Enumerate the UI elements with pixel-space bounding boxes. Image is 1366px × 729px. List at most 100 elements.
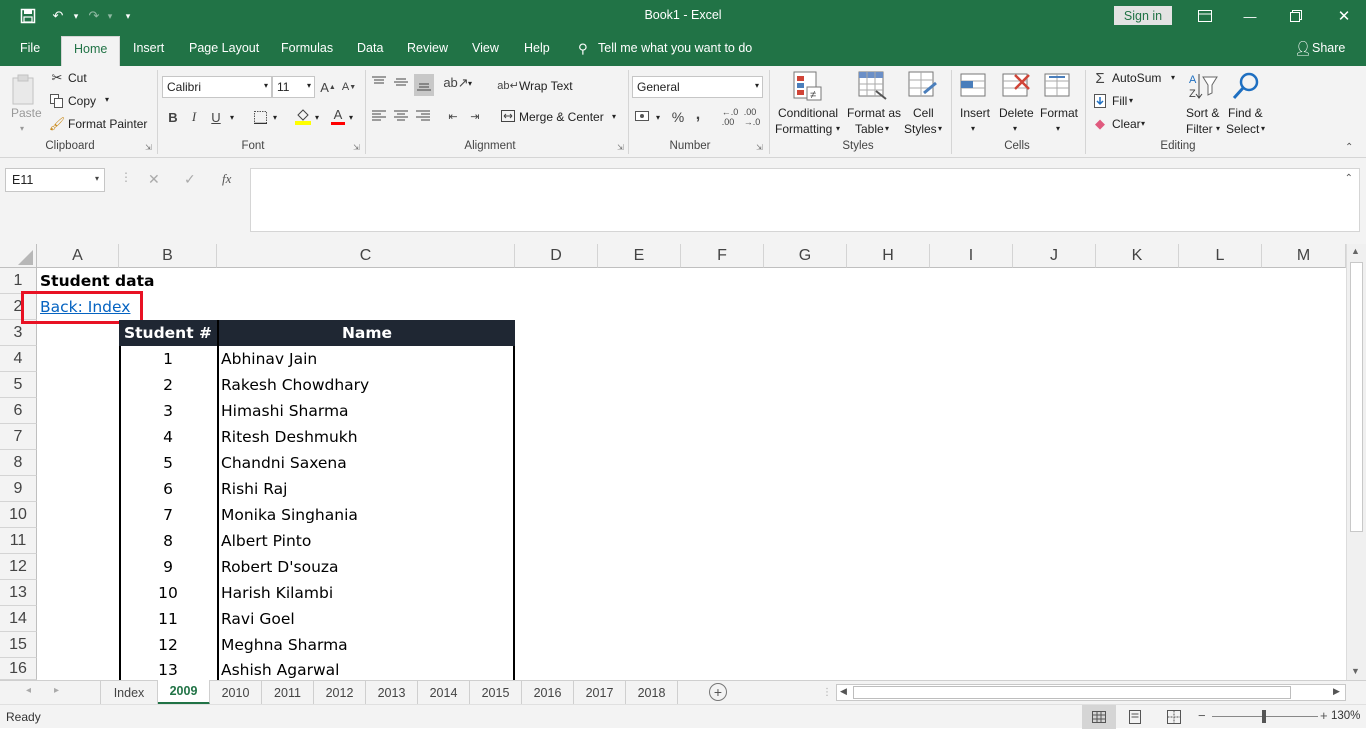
page-layout-view-icon[interactable] bbox=[1128, 710, 1142, 727]
increase-indent-icon[interactable]: ⇥ bbox=[467, 108, 483, 124]
column-header[interactable]: C bbox=[217, 244, 515, 268]
table-cell-name[interactable]: Albert Pinto bbox=[221, 528, 311, 554]
tab-review[interactable]: Review bbox=[407, 41, 448, 55]
sheet-tab-2013[interactable]: 2013 bbox=[366, 681, 418, 704]
middle-align-icon[interactable] bbox=[393, 74, 409, 90]
column-header[interactable]: L bbox=[1179, 244, 1262, 268]
accounting-format-icon[interactable] bbox=[634, 108, 650, 124]
paste-button[interactable]: Paste bbox=[11, 106, 42, 120]
table-cell-name[interactable]: Chandni Saxena bbox=[221, 450, 347, 476]
insert-dropdown-icon[interactable]: ▾ bbox=[971, 124, 975, 133]
row-header[interactable]: 5 bbox=[0, 372, 37, 398]
tab-split-handle[interactable]: ⋮ bbox=[822, 687, 832, 698]
tab-page-layout[interactable]: Page Layout bbox=[189, 41, 259, 55]
scroll-right-icon[interactable]: ▶ bbox=[1333, 686, 1340, 697]
horizontal-scrollbar[interactable]: ◀ ▶ bbox=[836, 684, 1346, 701]
format-cells-button[interactable]: Format bbox=[1040, 106, 1078, 120]
decrease-indent-icon[interactable]: ⇤ bbox=[445, 108, 461, 124]
number-format-select[interactable]: General ▾ bbox=[632, 76, 763, 98]
row-header[interactable]: 13 bbox=[0, 580, 37, 606]
formula-input[interactable]: ⌃ bbox=[250, 168, 1360, 232]
row-header[interactable]: 8 bbox=[0, 450, 37, 476]
table-cell-name[interactable]: Rakesh Chowdhary bbox=[221, 372, 369, 398]
column-header[interactable]: E bbox=[598, 244, 681, 268]
column-header[interactable]: B bbox=[119, 244, 217, 268]
table-cell-name[interactable]: Abhinav Jain bbox=[221, 346, 317, 372]
scroll-up-icon[interactable]: ▲ bbox=[1351, 246, 1360, 256]
table-cell-name[interactable]: Ashish Agarwal bbox=[221, 658, 339, 680]
table-cell-num[interactable]: 3 bbox=[119, 398, 217, 424]
column-header[interactable]: A bbox=[37, 244, 119, 268]
collapse-ribbon-icon[interactable]: ⌃ bbox=[1345, 142, 1353, 153]
format-dropdown-icon[interactable]: ▾ bbox=[1056, 124, 1060, 133]
table-cell-name[interactable]: Meghna Sharma bbox=[221, 632, 348, 658]
tab-insert[interactable]: Insert bbox=[133, 41, 164, 55]
sheet-tab-2018[interactable]: 2018 bbox=[626, 681, 678, 704]
row-header[interactable]: 11 bbox=[0, 528, 37, 554]
fill-color-dropdown-icon[interactable]: ▾ bbox=[315, 113, 319, 122]
column-header[interactable]: I bbox=[930, 244, 1013, 268]
vertical-scrollbar[interactable]: ▲ ▼ bbox=[1346, 244, 1366, 680]
column-header[interactable]: K bbox=[1096, 244, 1179, 268]
add-sheet-icon[interactable]: + bbox=[709, 683, 727, 701]
row-header[interactable]: 6 bbox=[0, 398, 37, 424]
zoom-slider-thumb[interactable] bbox=[1262, 710, 1266, 723]
fill-button[interactable]: Fill bbox=[1112, 94, 1127, 108]
table-cell-name[interactable]: Himashi Sharma bbox=[221, 398, 349, 424]
tell-me-search[interactable]: Tell me what you want to do bbox=[598, 41, 752, 55]
row-header[interactable]: 4 bbox=[0, 346, 37, 372]
column-header[interactable]: G bbox=[764, 244, 847, 268]
collapse-formula-bar-icon[interactable]: ⌃ bbox=[1345, 173, 1353, 184]
increase-decimal-icon[interactable]: ←.0.00 bbox=[720, 107, 740, 127]
sheet-tab-2009[interactable]: 2009 bbox=[158, 680, 210, 705]
sheet-tab-2015[interactable]: 2015 bbox=[470, 681, 522, 704]
bold-button[interactable]: B bbox=[165, 108, 181, 126]
borders-icon[interactable] bbox=[252, 108, 268, 126]
scroll-down-icon[interactable]: ▼ bbox=[1351, 666, 1360, 676]
font-color-dropdown-icon[interactable]: ▾ bbox=[349, 113, 353, 122]
font-name-select[interactable]: Calibri ▾ bbox=[162, 76, 272, 98]
table-cell-name[interactable]: Ritesh Deshmukh bbox=[221, 424, 358, 450]
align-left-icon[interactable] bbox=[371, 108, 387, 124]
font-launcher-icon[interactable]: ⇲ bbox=[353, 143, 360, 152]
copy-button[interactable]: Copy bbox=[68, 94, 96, 108]
zoom-out-icon[interactable]: − bbox=[1198, 708, 1206, 723]
table-cell-name[interactable]: Harish Kilambi bbox=[221, 580, 333, 606]
tab-help[interactable]: Help bbox=[524, 41, 550, 55]
table-cell-num[interactable]: 10 bbox=[119, 580, 217, 606]
scroll-left-icon[interactable]: ◀ bbox=[840, 686, 847, 697]
table-cell-num[interactable]: 5 bbox=[119, 450, 217, 476]
close-icon[interactable]: ✕ bbox=[1334, 6, 1354, 26]
tab-file[interactable]: File bbox=[20, 41, 40, 55]
column-header[interactable]: H bbox=[847, 244, 930, 268]
align-right-icon[interactable] bbox=[415, 108, 431, 124]
paste-icon[interactable] bbox=[8, 72, 40, 108]
sheet-tab-2010[interactable]: 2010 bbox=[210, 681, 262, 704]
column-header[interactable]: J bbox=[1013, 244, 1096, 268]
insert-cells-button[interactable]: Insert bbox=[960, 106, 990, 120]
tab-view[interactable]: View bbox=[472, 41, 499, 55]
comma-style-button[interactable]: , bbox=[692, 106, 704, 124]
row-header[interactable]: 15 bbox=[0, 632, 37, 658]
cancel-entry-icon[interactable]: ✕ bbox=[148, 171, 160, 188]
decrease-decimal-icon[interactable]: .00 →.0 bbox=[742, 107, 762, 127]
vertical-scroll-thumb[interactable] bbox=[1350, 262, 1363, 532]
row-header[interactable]: 10 bbox=[0, 502, 37, 528]
tab-data[interactable]: Data bbox=[357, 41, 383, 55]
paste-dropdown-icon[interactable]: ▾ bbox=[20, 124, 24, 133]
sheet-tab-2016[interactable]: 2016 bbox=[522, 681, 574, 704]
zoom-level[interactable]: 130% bbox=[1331, 710, 1360, 722]
scroll-tabs-left-icon[interactable]: ◂ bbox=[26, 685, 31, 696]
find-select-dropdown-icon[interactable]: ▾ bbox=[1261, 124, 1265, 133]
italic-button[interactable]: I bbox=[186, 108, 202, 126]
table-header-student-num[interactable]: Student # bbox=[119, 320, 217, 346]
table-cell-name[interactable]: Rishi Raj bbox=[221, 476, 287, 502]
table-cell-num[interactable]: 2 bbox=[119, 372, 217, 398]
find-select-label-1[interactable]: Find & bbox=[1228, 106, 1263, 120]
clear-button[interactable]: Clear bbox=[1112, 117, 1141, 131]
format-as-table-label-1[interactable]: Format as bbox=[847, 106, 901, 120]
decrease-font-size-icon[interactable]: A ▼ bbox=[341, 78, 357, 96]
cell-styles-label-2[interactable]: Styles bbox=[904, 122, 937, 136]
bottom-align-icon[interactable] bbox=[414, 74, 434, 96]
clear-dropdown-icon[interactable]: ▾ bbox=[1141, 119, 1145, 128]
